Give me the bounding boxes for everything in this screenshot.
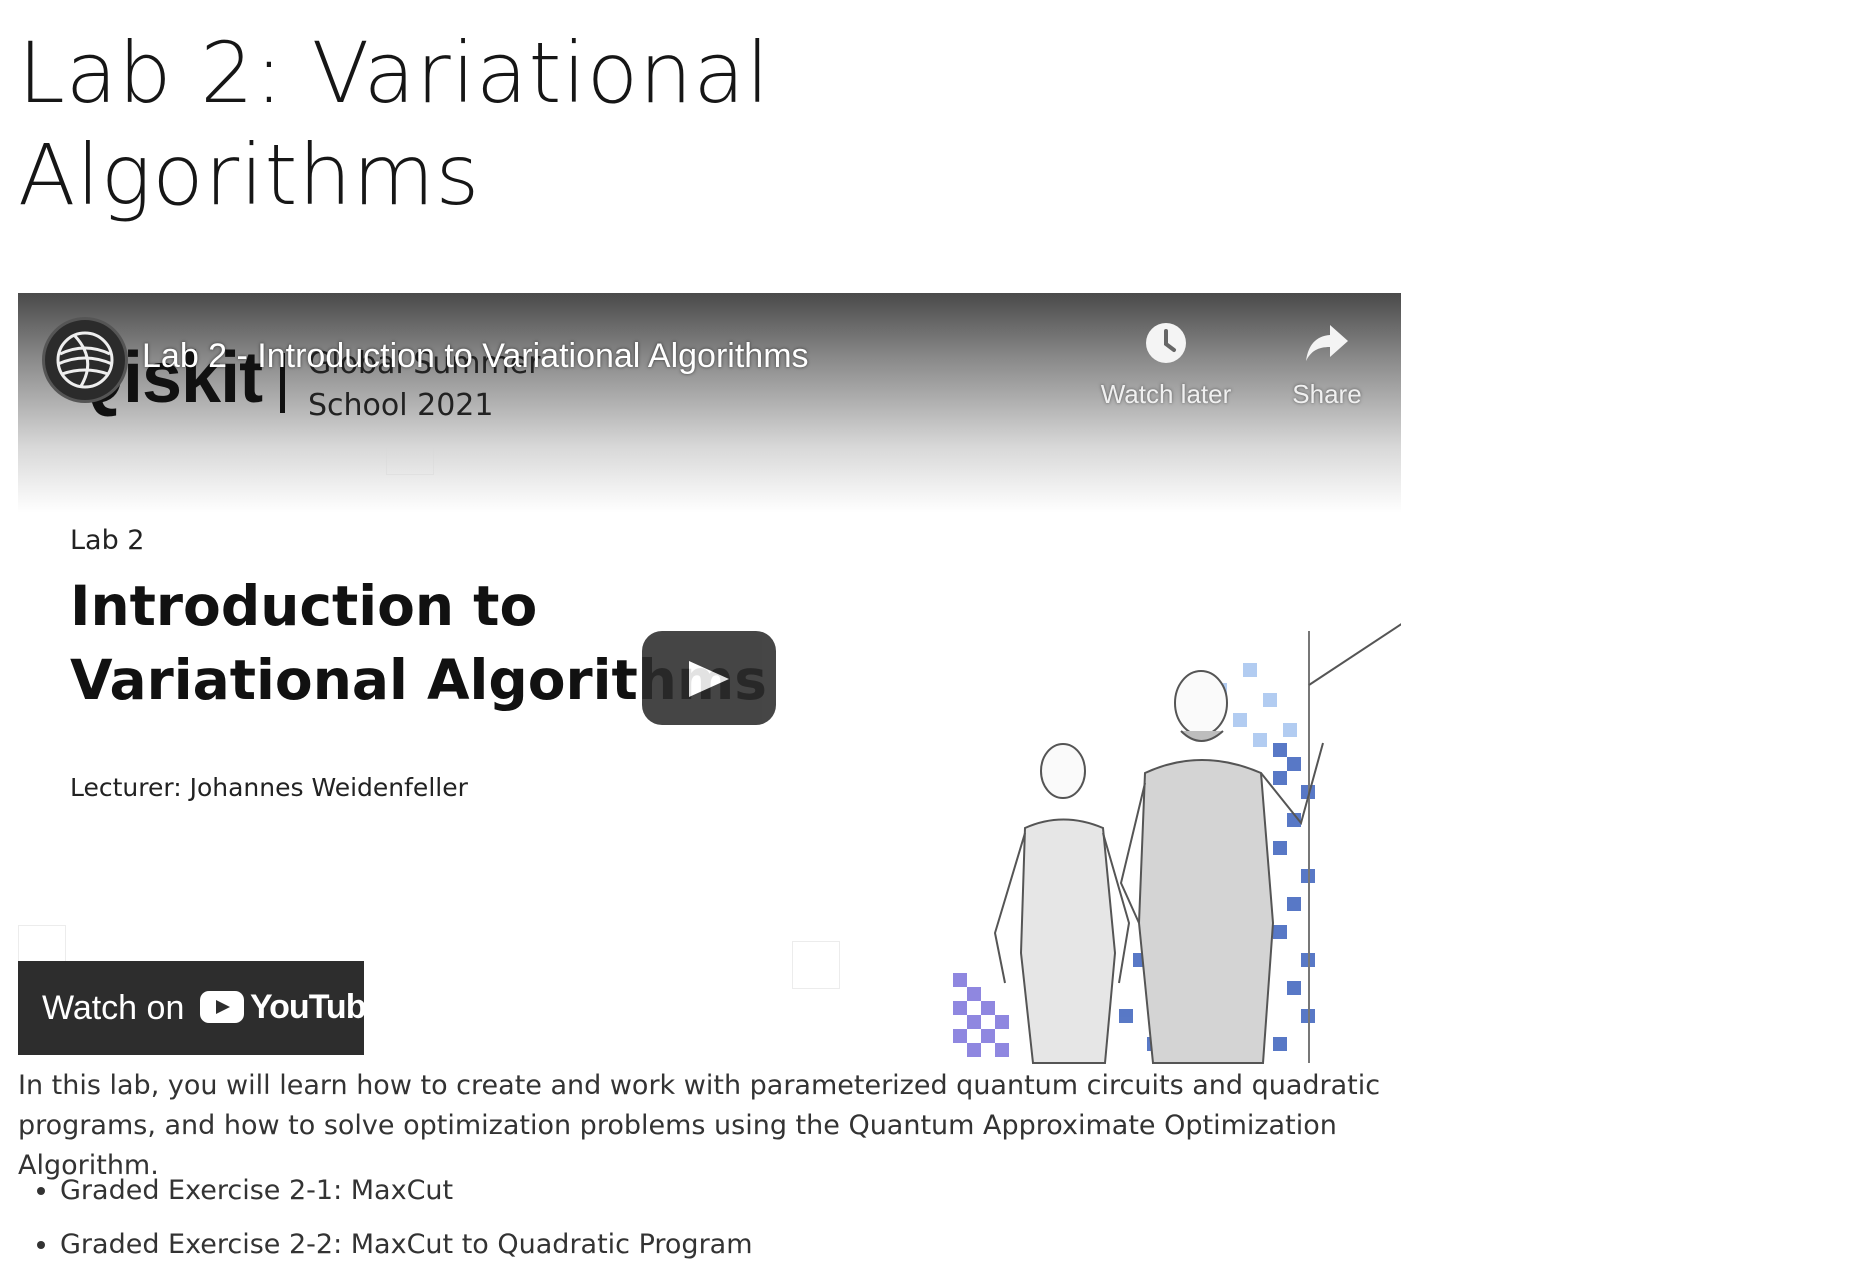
share-label: Share: [1292, 379, 1362, 409]
grid-square: [792, 941, 840, 989]
youtube-wordmark: YouTube: [250, 988, 384, 1026]
lab-intro-text: In this lab, you will learn how to creat…: [18, 1070, 1381, 1181]
watch-later-label: Watch later: [1100, 379, 1232, 409]
list-item: Graded Exercise 2-2: MaxCut to Quadratic…: [60, 1228, 753, 1262]
page-title: Lab 2: Variational Algorithms: [18, 24, 771, 224]
watch-on-youtube-button[interactable]: Watch on YouTube: [18, 961, 384, 1055]
lecturers-illustration: [953, 623, 1401, 1064]
clock-icon: [1146, 323, 1186, 363]
video-title[interactable]: Lab 2 - Introduction to Variational Algo…: [142, 337, 809, 376]
play-button[interactable]: [642, 631, 776, 725]
share-button[interactable]: Share: [1252, 321, 1401, 410]
exercise-list: Graded Exercise 2-1: MaxCut Graded Exerc…: [18, 1174, 753, 1282]
qiskit-logo-icon[interactable]: [42, 317, 128, 403]
youtube-logo-icon: [200, 991, 244, 1023]
slide-kicker: Lab 2: [70, 525, 145, 556]
watch-on-label: Watch on: [42, 989, 185, 1027]
youtube-embed[interactable]: Qiskit Global Summer School 2021 Lab 2 -…: [18, 293, 1401, 1065]
slide-lecturer: Lecturer: Johannes Weidenfeller: [70, 773, 468, 802]
watch-later-button[interactable]: Watch later: [1091, 321, 1241, 410]
play-icon: [689, 661, 729, 697]
list-item: Graded Exercise 2-1: MaxCut: [60, 1174, 753, 1208]
share-arrow-icon: [1306, 325, 1348, 361]
